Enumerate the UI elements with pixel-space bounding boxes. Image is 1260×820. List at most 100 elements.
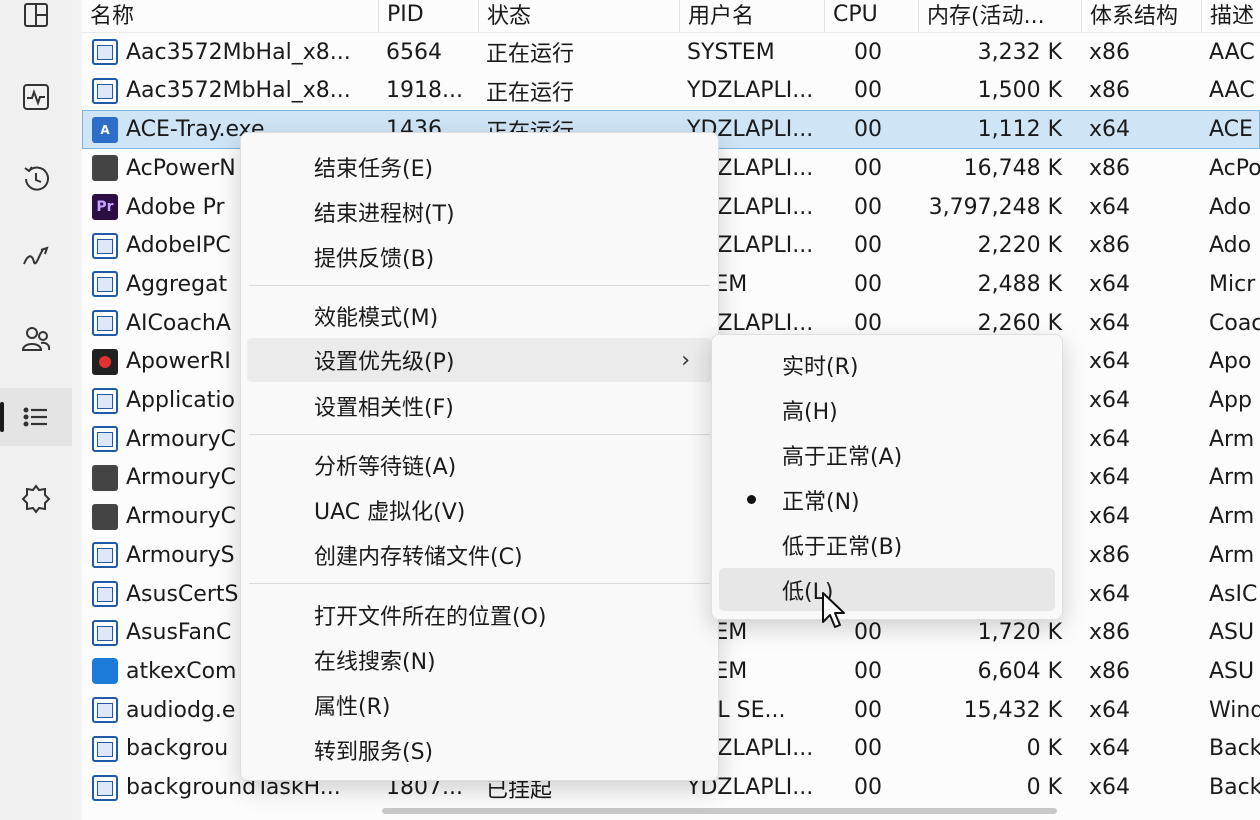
cell-user: YDZLAPLI... [687, 78, 814, 104]
cell-arch: x64 [1089, 581, 1131, 607]
priority-low[interactable]: 低(L) [719, 568, 1055, 611]
cell-pid: 1918... [386, 78, 463, 104]
menu-separator [249, 285, 710, 286]
cell-desc: Back [1209, 775, 1260, 801]
cell-desc: Arm [1209, 426, 1255, 452]
priority-high[interactable]: 高(H) [719, 388, 1055, 431]
menu-separator [249, 583, 710, 584]
cell-desc: ASU [1209, 620, 1255, 646]
menu-item-feedback[interactable]: 提供反馈(B) [247, 235, 712, 279]
app-window-icon [92, 387, 118, 414]
app-history-icon[interactable] [0, 150, 72, 208]
cell-cpu: 00 [854, 658, 882, 684]
cell-mem: 0 K [1026, 736, 1062, 762]
column-header-name[interactable]: 名称 [82, 0, 374, 32]
menu-item-go-to-services[interactable]: 转到服务(S) [247, 728, 712, 772]
menu-item-label: 创建内存转储文件(C) [314, 545, 523, 570]
cell-cpu: 00 [854, 39, 882, 65]
cell-cpu: 00 [854, 775, 882, 801]
cell-desc: Ado [1209, 194, 1252, 220]
menu-item-label: 设置优先级(P) [314, 350, 455, 375]
menu-item-set-priority[interactable]: 设置优先级(P) › [247, 338, 712, 382]
details-icon[interactable] [0, 388, 72, 446]
app-window-icon [92, 426, 118, 453]
cell-desc: AAC [1209, 78, 1255, 104]
cell-arch: x64 [1089, 736, 1131, 762]
priority-below-normal[interactable]: 低于正常(B) [719, 523, 1055, 566]
cell-cpu: 00 [854, 233, 882, 259]
column-header-user[interactable]: 用户名 [679, 0, 819, 32]
menu-item-label: 提供反馈(B) [314, 247, 435, 272]
armoury-icon [92, 503, 118, 530]
cell-pid: 6564 [386, 39, 442, 65]
app-window-icon [92, 697, 118, 724]
column-header-cpu[interactable]: CPU [824, 0, 912, 32]
process-name: backgrou [126, 736, 229, 762]
menu-item-set-affinity[interactable]: 设置相关性(F) [247, 384, 712, 428]
performance-icon[interactable] [0, 68, 72, 126]
menu-item-label: 分析等待链(A) [314, 455, 457, 480]
cell-desc: Wind [1209, 697, 1260, 723]
column-header-architecture[interactable]: 体系结构 [1081, 0, 1191, 32]
process-name: audiodg.e [126, 697, 236, 723]
cell-arch: x86 [1089, 78, 1131, 104]
column-header-memory[interactable]: 内存(活动... [918, 0, 1070, 32]
context-menu: 结束任务(E) 结束进程树(T) 提供反馈(B) 效能模式(M) 设置优先级(P… [240, 132, 719, 781]
process-name: ArmouryC [126, 465, 236, 491]
mouse-cursor-icon [822, 592, 845, 628]
process-name: AdobeIPC [126, 233, 231, 259]
menu-item-uac-virtualization[interactable]: UAC 虚拟化(V) [247, 488, 712, 532]
menu-item-label: 属性(R) [314, 695, 391, 720]
cell-mem: 3,797,248 K [928, 194, 1062, 220]
priority-realtime[interactable]: 实时(R) [719, 343, 1055, 386]
process-name: AcPowerN [126, 155, 236, 181]
menu-item-end-task[interactable]: 结束任务(E) [247, 145, 712, 189]
cell-cpu: 00 [854, 155, 882, 181]
submenu-item-label: 正常(N) [782, 489, 860, 515]
menu-item-label: 在线搜索(N) [314, 650, 436, 675]
startup-apps-icon[interactable] [0, 228, 72, 286]
app-window-icon [92, 581, 118, 608]
column-header-status[interactable]: 状态 [478, 0, 678, 32]
app-window-icon [92, 774, 118, 801]
column-header-pid[interactable]: PID [378, 0, 474, 32]
cell-arch: x64 [1089, 349, 1131, 375]
process-name: Adobe Pr [126, 194, 225, 220]
cell-mem: 1,500 K [977, 78, 1062, 104]
menu-item-properties[interactable]: 属性(R) [247, 683, 712, 727]
users-icon[interactable] [0, 310, 72, 368]
menu-item-create-dump-file[interactable]: 创建内存转储文件(C) [247, 533, 712, 577]
menu-item-end-process-tree[interactable]: 结束进程树(T) [247, 190, 712, 234]
ace-icon: A [92, 116, 118, 143]
cell-status: 正在运行 [486, 80, 575, 106]
cell-cpu: 00 [854, 736, 882, 762]
app-window-icon [92, 39, 118, 66]
cell-arch: x64 [1089, 271, 1131, 297]
column-header-description[interactable]: 描述 [1201, 0, 1260, 32]
table-row[interactable]: Aac3572MbHal_x8... 1918... 正在运行 YDZLAPLI...… [82, 72, 1260, 111]
cell-arch: x64 [1089, 117, 1131, 143]
cell-desc: App [1209, 388, 1252, 414]
table-row[interactable]: Aac3572MbHal_x8... 6564 正在运行 SYSTEM 00 3,232 … [82, 33, 1260, 72]
process-name: AICoachA [126, 310, 231, 336]
menu-item-efficiency-mode[interactable]: 效能模式(M) [247, 294, 712, 338]
cell-mem: 1,112 K [977, 117, 1062, 143]
menu-item-label: 结束进程树(T) [314, 202, 455, 227]
app-window-icon [92, 735, 118, 762]
table-header: 名称 PID 状态 用户名 CPU 内存(活动... 体系结构 描述 [82, 0, 1260, 33]
priority-submenu: 实时(R) 高(H) 高于正常(A) 正常(N) 低于正常(B) 低(L) [711, 334, 1063, 620]
horizontal-scrollbar[interactable] [382, 808, 1057, 814]
services-icon[interactable] [0, 470, 72, 528]
cell-arch: x86 [1089, 155, 1131, 181]
menu-item-search-online[interactable]: 在线搜索(N) [247, 638, 712, 682]
priority-above-normal[interactable]: 高于正常(A) [719, 433, 1055, 476]
submenu-item-label: 实时(R) [782, 354, 859, 380]
cell-arch: x64 [1089, 310, 1131, 336]
cell-desc: Coac [1209, 310, 1260, 336]
menu-item-open-file-location[interactable]: 打开文件所在的位置(O) [247, 593, 712, 637]
menu-item-analyze-wait-chain[interactable]: 分析等待链(A) [247, 443, 712, 487]
cell-arch: x86 [1089, 233, 1131, 259]
processes-icon[interactable] [0, 0, 72, 46]
priority-normal[interactable]: 正常(N) [719, 478, 1055, 521]
cell-arch: x64 [1089, 194, 1131, 220]
